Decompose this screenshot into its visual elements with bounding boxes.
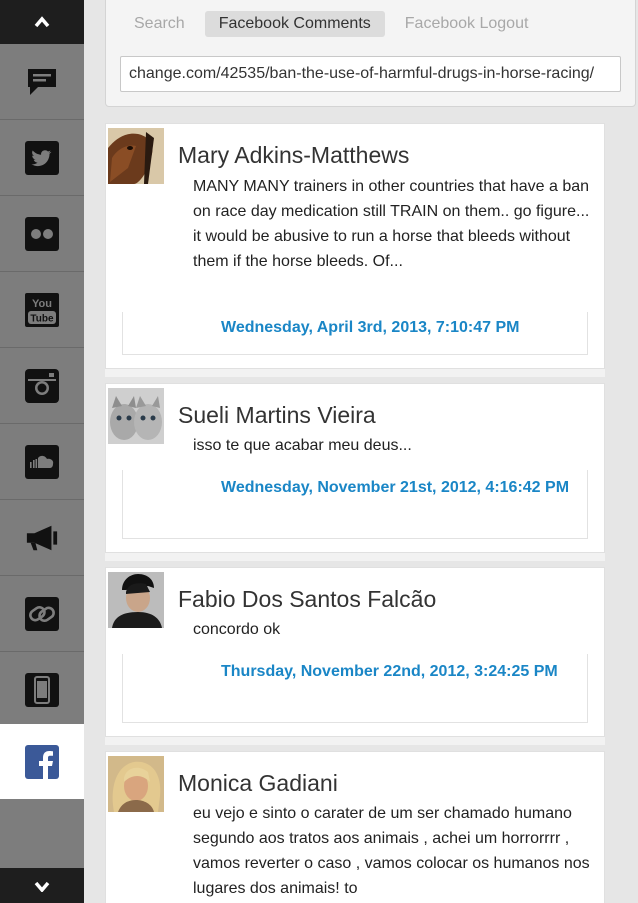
comment-author[interactable]: Mary Adkins-Matthews — [178, 142, 409, 169]
soundcloud-icon — [25, 444, 59, 479]
sidebar-item-flickr[interactable] — [0, 196, 84, 272]
comment-text: isso te que acabar meu deus... — [193, 437, 412, 454]
avatar — [108, 388, 164, 444]
sidebar-item-twitter[interactable] — [0, 120, 84, 196]
twitter-icon — [25, 140, 59, 175]
sidebar-item-links[interactable] — [0, 576, 84, 652]
scroll-up-button[interactable] — [0, 0, 84, 44]
comment-date-box: Thursday, November 22nd, 2012, 3:24:25 P… — [122, 654, 588, 723]
instagram-icon — [25, 368, 59, 403]
main-content: Search Facebook Comments Facebook Logout… — [84, 0, 638, 903]
comment-date-link[interactable]: Wednesday, November 21st, 2012, 4:16:42 … — [221, 475, 581, 500]
comment-author[interactable]: Sueli Martins Vieira — [178, 402, 376, 429]
comment-card: Mary Adkins-Matthews MANY MANY trainers … — [105, 123, 605, 369]
divider — [105, 369, 605, 377]
comment-date-box: Wednesday, November 21st, 2012, 4:16:42 … — [122, 470, 588, 539]
comment-date-box: Wednesday, April 3rd, 2013, 7:10:47 PM — [122, 312, 588, 355]
comment-date-link[interactable]: Thursday, November 22nd, 2012, 3:24:25 P… — [221, 659, 581, 684]
comment-text: eu vejo e sinto o carater de um ser cham… — [193, 805, 590, 897]
comment-card: Sueli Martins Vieira isso te que acabar … — [105, 383, 605, 553]
divider — [105, 553, 605, 561]
comment-author[interactable]: Monica Gadiani — [178, 770, 338, 797]
comment-icon — [25, 65, 59, 99]
comment-card: Fabio Dos Santos Falcão concordo ok Thur… — [105, 567, 605, 737]
tab-facebook-logout[interactable]: Facebook Logout — [391, 11, 543, 37]
sidebar-item-soundcloud[interactable] — [0, 424, 84, 500]
svg-text:Tube: Tube — [30, 313, 54, 324]
tab-search[interactable]: Search — [120, 11, 199, 37]
svg-text:You: You — [32, 298, 52, 310]
sidebar-spacer — [0, 799, 84, 868]
youtube-icon: You Tube — [25, 292, 59, 327]
avatar — [108, 572, 164, 628]
scroll-down-button[interactable] — [0, 868, 84, 903]
megaphone-icon — [25, 521, 59, 555]
sidebar-item-youtube[interactable]: You Tube — [0, 272, 84, 348]
flickr-icon — [25, 216, 59, 251]
comment-text: concordo ok — [193, 621, 281, 638]
comment-text: MANY MANY trainers in other countries th… — [193, 178, 590, 270]
sidebar: You Tube — [0, 0, 84, 903]
toolbar-panel: Search Facebook Comments Facebook Logout… — [105, 0, 636, 107]
tab-facebook-comments[interactable]: Facebook Comments — [204, 11, 385, 37]
url-input[interactable]: change.com/42535/ban-the-use-of-harmful-… — [120, 56, 621, 92]
sidebar-item-comments[interactable] — [0, 44, 84, 120]
sidebar-item-facebook[interactable] — [0, 724, 84, 799]
chevron-up-icon — [34, 16, 50, 28]
comment-card: Monica Gadiani eu vejo e sinto o carater… — [105, 751, 605, 903]
mobile-icon — [25, 672, 59, 707]
facebook-icon — [25, 744, 59, 779]
sidebar-item-instagram[interactable] — [0, 348, 84, 424]
comment-date-link[interactable]: Wednesday, April 3rd, 2013, 7:10:47 PM — [221, 315, 581, 340]
avatar — [108, 756, 164, 812]
tab-bar: Search Facebook Comments Facebook Logout — [120, 11, 542, 37]
avatar — [108, 128, 164, 184]
divider — [105, 737, 605, 745]
comment-author[interactable]: Fabio Dos Santos Falcão — [178, 586, 436, 613]
link-icon — [25, 596, 59, 631]
sidebar-item-announcements[interactable] — [0, 500, 84, 576]
sidebar-item-mobile[interactable] — [0, 652, 84, 728]
chevron-down-icon — [34, 881, 50, 892]
